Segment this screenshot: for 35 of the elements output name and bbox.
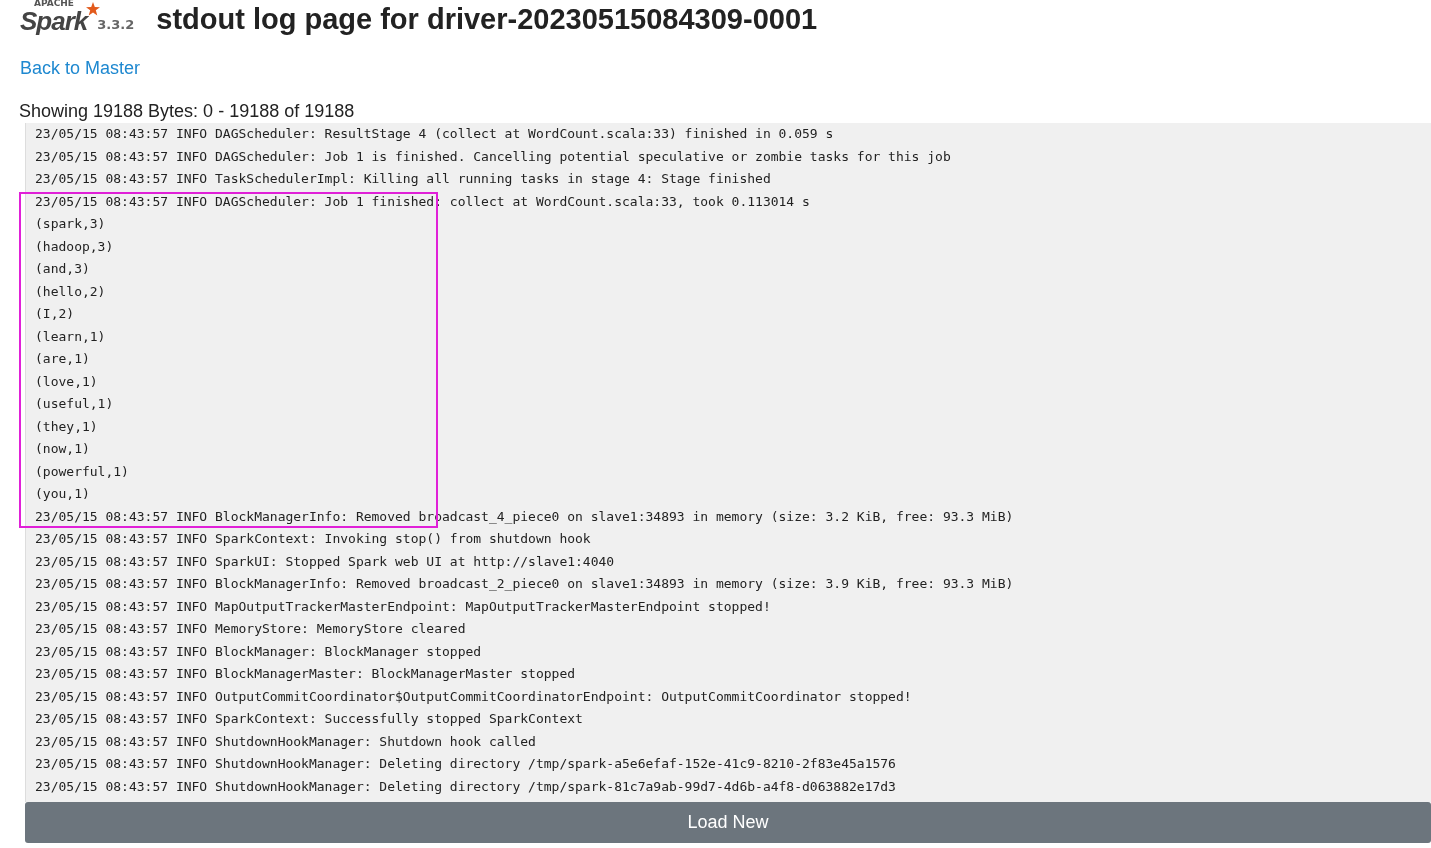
logo-wordmark: Spark xyxy=(20,8,88,34)
log-line: 23/05/15 08:43:57 INFO TaskSchedulerImpl: Killing all running tasks in stage 4: Stage finished xyxy=(35,170,772,188)
log-line: (hadoop,3) xyxy=(35,237,115,256)
log-line: (and,3) xyxy=(35,260,91,278)
log-line: (they,1) xyxy=(35,417,99,436)
byte-range-text: Showing 19188 Bytes: 0 - 19188 of 19188 xyxy=(19,101,356,121)
log-line: 23/05/15 08:43:57 INFO SparkUI: Stopped Spark web UI at http://slave1:4040 xyxy=(35,552,616,571)
log-line: 23/05/15 08:43:57 INFO DAGScheduler: Job 1 is finished. Cancelling potential speculative or zombie tasks for this job xyxy=(35,147,952,166)
log-line: 23/05/15 08:43:57 INFO SparkContext: Successfully stopped SparkContext xyxy=(35,710,584,728)
log-line: (I,2) xyxy=(35,305,76,323)
version-label: 3.3.2 xyxy=(97,17,135,32)
log-line: (now,1) xyxy=(35,440,91,458)
log-line: 23/05/15 08:43:57 INFO BlockManagerMaster: BlockManagerMaster stopped xyxy=(35,665,577,683)
log-line: (love,1) xyxy=(35,372,99,391)
log-line: 23/05/15 08:43:57 INFO ShutdownHookManager: Shutdown hook called xyxy=(35,732,537,751)
log-line: 23/05/15 08:43:57 INFO ShutdownHookManager: Deleting directory /tmp/spark-81c7a9ab-99d7-4d6b-a4f8-d063882e17d3 xyxy=(35,777,897,796)
log-line: (useful,1) xyxy=(35,395,115,413)
logo-caption: APACHE xyxy=(34,0,74,8)
log-line: (you,1) xyxy=(35,485,91,503)
log-line: 23/05/15 08:43:57 INFO MemoryStore: MemoryStore cleared xyxy=(35,620,467,638)
load-new-button[interactable]: Load New xyxy=(25,802,1431,843)
log-line: 23/05/15 08:43:57 INFO MapOutputTrackerMasterEndpoint: MapOutputTrackerMasterEndpoint stopped! xyxy=(35,597,772,616)
log-line: 23/05/15 08:43:57 INFO OutputCommitCoordinator$OutputCommitCoordinatorEndpoint: OutputCommitCoordinator stopped! xyxy=(35,687,913,706)
log-line: 23/05/15 08:43:57 INFO BlockManager: BlockManager stopped xyxy=(35,642,483,661)
log-line: 23/05/15 08:43:57 INFO DAGScheduler: ResultStage 4 (collect at WordCount.scala:33) finished in 0.059 s xyxy=(35,125,835,143)
log-line: (are,1) xyxy=(35,350,91,368)
back-link[interactable]: Back to Master xyxy=(20,58,141,79)
log-line: 23/05/15 08:43:57 INFO SparkContext: Invoking stop() from shutdown hook xyxy=(35,530,592,548)
log-line: (hello,2) xyxy=(35,282,107,301)
log-line: (learn,1) xyxy=(35,327,107,346)
log-line: (spark,3) xyxy=(35,215,107,233)
page-title: stdout log page for driver-20230515084309-0001 xyxy=(156,5,818,34)
log-line: 23/05/15 08:43:57 INFO BlockManagerInfo: Removed broadcast_2_piece0 on slave1:34893 in memory (size: 3.9 KiB, free: 93.3 MiB) xyxy=(35,575,1015,593)
log-line: 23/05/15 08:43:57 INFO ShutdownHookManager: Deleting directory /tmp/spark-a5e6efaf-152e-41c9-8210-2f83e45a1576 xyxy=(35,755,897,773)
log-line: (powerful,1) xyxy=(35,462,130,481)
